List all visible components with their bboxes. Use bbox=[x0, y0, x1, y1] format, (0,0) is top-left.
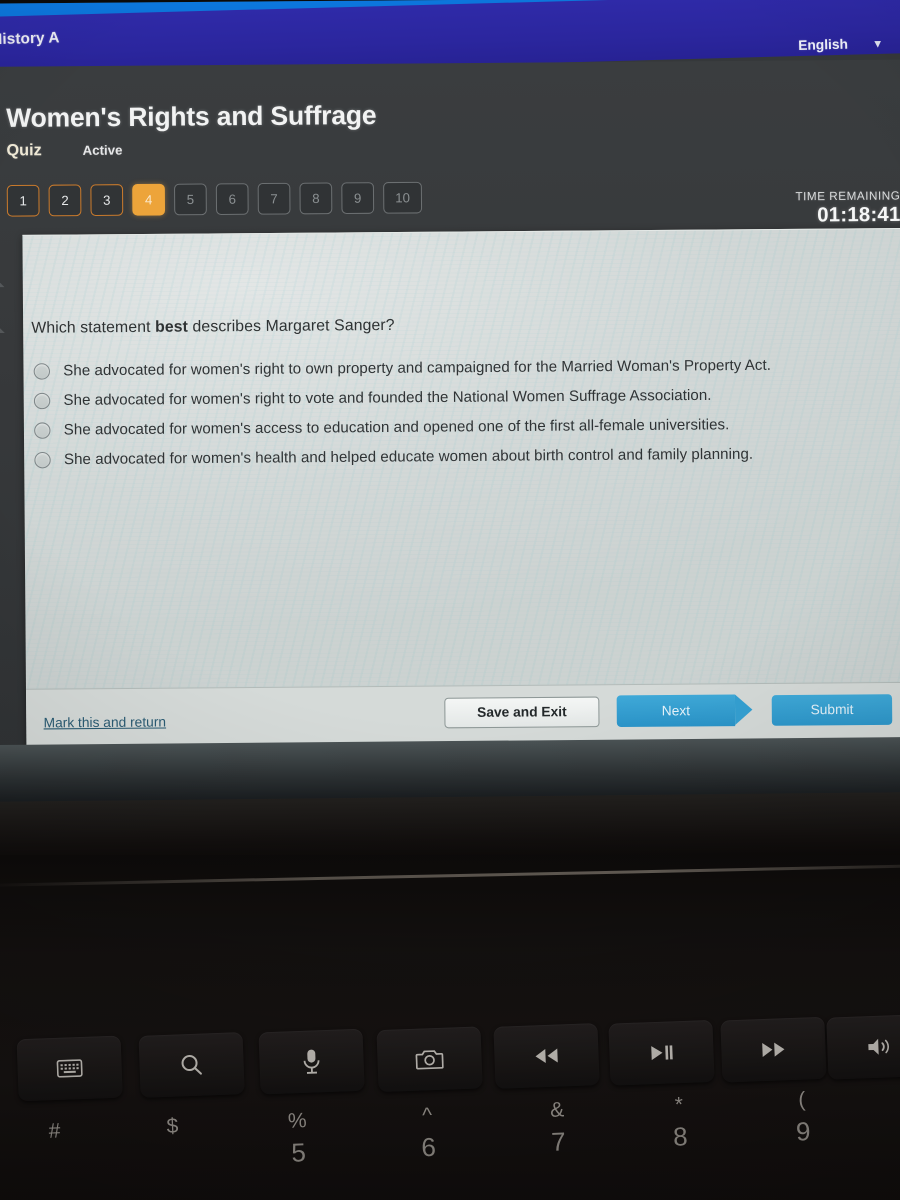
number-key-digit: 7 bbox=[550, 1126, 567, 1157]
radio-button-icon[interactable] bbox=[34, 421, 51, 439]
pager-button-label: 8 bbox=[312, 190, 320, 207]
answer-option-label: She advocated for women's right to own p… bbox=[63, 357, 772, 379]
scroll-up-arrow-icon-secondary[interactable] bbox=[0, 323, 5, 334]
rewind-icon bbox=[533, 1046, 560, 1065]
question-prompt: Which statement best describes Margaret … bbox=[31, 317, 394, 338]
save-and-exit-button[interactable]: Save and Exit bbox=[444, 696, 600, 728]
function-key-camera[interactable] bbox=[376, 1025, 483, 1092]
answer-options[interactable]: She advocated for women's right to own p… bbox=[33, 349, 892, 474]
quiz-kind-label: Quiz bbox=[6, 141, 42, 160]
pager-button-10[interactable]: 10 bbox=[383, 181, 423, 214]
number-key-9[interactable]: (9 bbox=[745, 1086, 861, 1179]
function-key-play-pause[interactable] bbox=[608, 1019, 715, 1086]
number-key-symbol: ^ bbox=[421, 1103, 433, 1128]
play-pause-icon bbox=[649, 1043, 674, 1062]
pager-button-label: 9 bbox=[353, 190, 362, 206]
keyboard-backlight-icon bbox=[56, 1059, 83, 1078]
number-key-digit bbox=[117, 1140, 229, 1145]
question-area: Which statement best describes Margaret … bbox=[22, 229, 900, 685]
radio-button-icon[interactable] bbox=[33, 392, 51, 409]
search-icon bbox=[178, 1052, 205, 1079]
next-button[interactable]: Next bbox=[616, 694, 736, 727]
pager-button-2[interactable]: 2 bbox=[48, 184, 82, 217]
question-prompt-emphasis: best bbox=[155, 318, 189, 336]
pager-button-1[interactable]: 1 bbox=[6, 184, 40, 217]
pager-button-9[interactable]: 9 bbox=[341, 182, 375, 215]
number-key-$[interactable]: $ bbox=[116, 1112, 232, 1200]
scroll-up-arrow-icon[interactable] bbox=[0, 277, 5, 288]
quiz-meta: Quiz Active bbox=[6, 141, 122, 160]
radio-button-icon[interactable] bbox=[33, 362, 51, 380]
function-key-keyboard-backlight[interactable] bbox=[16, 1035, 123, 1102]
pager-button-label: 4 bbox=[144, 192, 153, 208]
camera-icon bbox=[415, 1047, 444, 1070]
time-remaining: TIME REMAINING 01:18:41 bbox=[795, 190, 900, 228]
course-title: History A bbox=[0, 29, 60, 49]
chevron-down-icon: ▾ bbox=[874, 35, 882, 51]
footer-buttons: Save and Exit Next Submit bbox=[444, 693, 893, 728]
function-key-microphone[interactable] bbox=[258, 1029, 365, 1095]
number-key-8[interactable]: * 8 bbox=[623, 1091, 739, 1184]
number-key-#[interactable]: # bbox=[0, 1117, 114, 1200]
radio-button-icon[interactable] bbox=[34, 451, 51, 468]
number-key-symbol: # bbox=[48, 1119, 61, 1143]
answer-option-label: She advocated for women's health and hel… bbox=[63, 445, 754, 468]
mark-this-and-return-link[interactable]: Mark this and return bbox=[44, 714, 167, 730]
number-key-digit: 8 bbox=[672, 1121, 689, 1152]
function-key-search[interactable] bbox=[138, 1032, 245, 1099]
function-key-rewind[interactable] bbox=[493, 1022, 600, 1089]
number-key-6[interactable]: ^ 6 bbox=[371, 1102, 487, 1195]
number-key-symbol: ( bbox=[797, 1088, 806, 1112]
number-key-digit: 6 bbox=[420, 1131, 437, 1163]
page-title: Women's Rights and Suffrage bbox=[6, 99, 377, 134]
question-pager[interactable]: 1 2 3 4 5 6 7 8 9 10 bbox=[6, 181, 423, 217]
laptop-screen: History A English ▾ Women's Rights and S… bbox=[0, 0, 900, 767]
function-key-volume[interactable] bbox=[826, 1014, 900, 1081]
number-key-digit: 9 bbox=[795, 1116, 812, 1147]
question-prompt-after: describes Margaret Sanger? bbox=[187, 316, 395, 336]
pager-button-label: 7 bbox=[270, 191, 278, 207]
pager-button-label: 6 bbox=[228, 191, 236, 207]
volume-icon bbox=[866, 1037, 893, 1058]
time-remaining-label: TIME REMAINING bbox=[795, 190, 900, 204]
number-key-5[interactable]: % 5 bbox=[241, 1107, 357, 1200]
language-label: English bbox=[797, 36, 849, 54]
pager-button-8[interactable]: 8 bbox=[299, 182, 333, 215]
answer-option-label: She advocated for women's access to educ… bbox=[63, 416, 730, 439]
pager-button-label: 5 bbox=[186, 191, 195, 208]
question-prompt-before: Which statement bbox=[31, 318, 156, 337]
quiz-card: Which statement best describes Margaret … bbox=[22, 227, 900, 750]
fast-forward-icon bbox=[760, 1040, 787, 1059]
submit-button[interactable]: Submit bbox=[771, 693, 893, 726]
pager-button-label: 3 bbox=[103, 192, 111, 208]
pager-button-5[interactable]: 5 bbox=[173, 183, 207, 216]
pager-button-label: 1 bbox=[19, 193, 27, 209]
pager-button-3[interactable]: 3 bbox=[90, 184, 124, 217]
quiz-status-badge: Active bbox=[82, 142, 123, 158]
number-key-symbol: $ bbox=[166, 1114, 179, 1138]
number-key-symbol: * bbox=[674, 1093, 684, 1117]
language-selector[interactable]: English ▾ bbox=[798, 35, 881, 53]
time-remaining-value: 01:18:41 bbox=[817, 203, 900, 227]
quiz-page-body: Women's Rights and Suffrage Quiz Active … bbox=[0, 59, 900, 767]
number-key-symbol: % bbox=[287, 1109, 308, 1133]
number-key-7[interactable]: & 7 bbox=[501, 1096, 617, 1189]
number-key-digit: 5 bbox=[290, 1137, 307, 1168]
pager-button-4[interactable]: 4 bbox=[132, 183, 166, 216]
function-key-fast-forward[interactable] bbox=[720, 1016, 827, 1083]
laptop-photo: History A English ▾ Women's Rights and S… bbox=[0, 0, 900, 1200]
pager-button-6[interactable]: 6 bbox=[215, 183, 249, 216]
microphone-icon bbox=[300, 1048, 323, 1077]
number-key-symbol: & bbox=[549, 1098, 565, 1122]
number-key-digit bbox=[0, 1145, 111, 1150]
answer-option-4[interactable]: She advocated for women's health and hel… bbox=[34, 438, 891, 474]
pager-button-label: 10 bbox=[395, 190, 411, 206]
pager-button-7[interactable]: 7 bbox=[257, 182, 291, 215]
pager-button-label: 2 bbox=[61, 192, 69, 209]
answer-option-label: She advocated for women's right to vote … bbox=[63, 387, 712, 409]
